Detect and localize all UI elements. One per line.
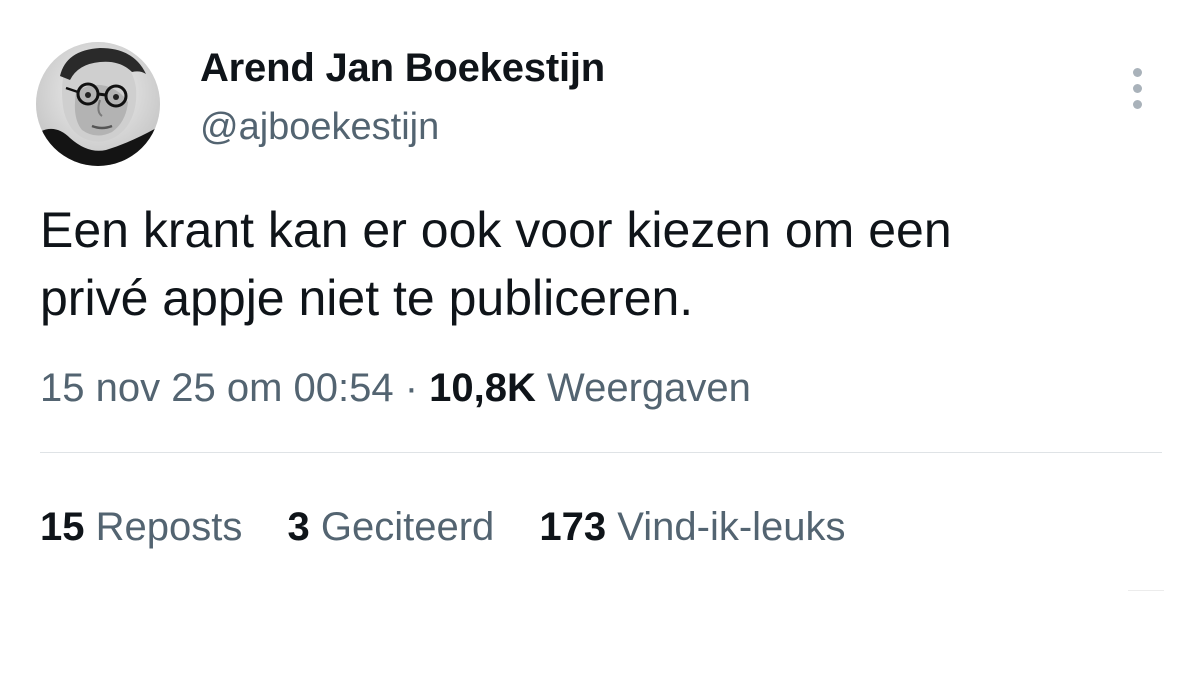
avatar-photo	[36, 42, 160, 166]
tweet-text: Een krant kan er ook voor kiezen om een …	[40, 196, 1160, 332]
author-name[interactable]: Arend Jan Boekestijn	[200, 44, 605, 92]
quotes-stat[interactable]: 3 Geciteerd	[288, 503, 495, 551]
likes-stat[interactable]: 173 Vind-ik-leuks	[539, 503, 845, 551]
avatar[interactable]	[36, 42, 160, 166]
tweet-text-line: Een krant kan er ook voor kiezen om een	[40, 202, 952, 258]
reposts-label: Reposts	[95, 505, 243, 549]
more-vertical-icon	[1133, 68, 1142, 77]
engagement-stats: 15 Reposts 3 Geciteerd 173 Vind-ik-leuks	[40, 503, 880, 551]
more-options-button[interactable]	[1124, 64, 1152, 114]
meta-separator: ·	[404, 366, 419, 410]
tweet-text-line: privé appje niet te publiceren.	[40, 270, 694, 326]
likes-count: 173	[539, 505, 607, 549]
quotes-count: 3	[287, 505, 310, 549]
likes-label: Vind-ik-leuks	[617, 505, 846, 549]
tweet-timestamp[interactable]: 15 nov 25 om 00:54	[40, 366, 394, 410]
views-count: 10,8K	[429, 366, 536, 410]
more-vertical-icon	[1133, 84, 1142, 93]
reposts-stat[interactable]: 15 Reposts	[40, 503, 242, 551]
divider	[40, 452, 1162, 453]
divider	[1128, 590, 1164, 591]
reposts-count: 15	[40, 505, 85, 549]
more-vertical-icon	[1133, 100, 1142, 109]
author-handle[interactable]: @ajboekestijn	[200, 104, 439, 150]
tweet-card: Arend Jan Boekestijn @ajboekestijn Een k…	[0, 0, 1200, 697]
tweet-meta: 15 nov 25 om 00:54 · 10,8K Weergaven	[40, 364, 751, 412]
quotes-label: Geciteerd	[320, 505, 495, 549]
views-label: Weergaven	[547, 366, 751, 410]
